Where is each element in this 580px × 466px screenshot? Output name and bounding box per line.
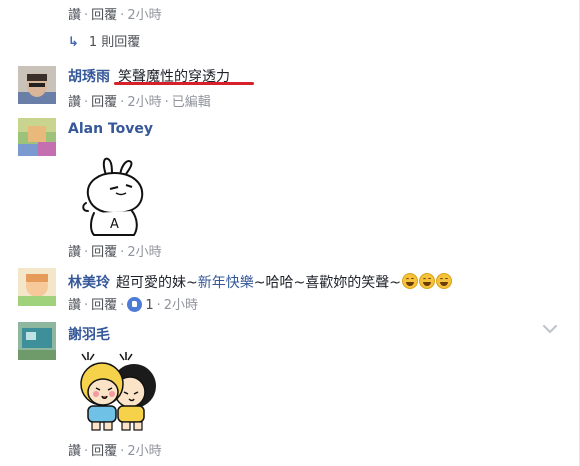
separator-dot: · (120, 298, 125, 313)
avatar[interactable] (18, 322, 56, 360)
like-link[interactable]: 讚 (68, 444, 81, 459)
reply-link[interactable]: 回覆 (91, 298, 117, 313)
annotation-underline (114, 82, 254, 85)
separator-dot: · (84, 245, 89, 260)
two-kids-sticker-icon[interactable] (76, 352, 162, 432)
grinning-face-icon (435, 273, 452, 289)
separator-dot: · (120, 444, 125, 459)
avatar-photo-icon (18, 268, 56, 306)
comment-time[interactable]: 2小時 (127, 8, 161, 23)
avatar[interactable] (18, 118, 56, 156)
like-count[interactable]: 1 (127, 297, 154, 313)
comment-text-tail: ~哈哈~喜歡妳的笑聲~ (253, 275, 401, 291)
comment-time[interactable]: 2小時 (127, 245, 161, 260)
chevron-down-icon[interactable] (543, 324, 557, 334)
comment-thread: 讚 · 回覆 · 2小時 ↳ 1 則回覆 胡琇雨 笑聲魔性的穿透力 讚 · 回覆 · 2小時 · 已編… (0, 0, 580, 466)
reply-link[interactable]: 回覆 (91, 444, 117, 459)
comment-line: 林美玲 超可愛的妹~新年快樂~哈哈~喜歡妳的笑聲~ (68, 272, 452, 292)
comment-time[interactable]: 2小時 (127, 95, 161, 110)
commenter-name[interactable]: 謝羽毛 (68, 324, 110, 344)
comment-actions: 讚 · 回覆 · 2小時 (68, 440, 162, 459)
commenter-name[interactable]: 胡琇雨 (68, 66, 110, 86)
comment-actions: 讚 · 回覆 · 2小時 (68, 241, 162, 260)
commenter-name[interactable]: 林美玲 (68, 275, 110, 291)
edited-label[interactable]: 已編輯 (172, 95, 211, 110)
reply-arrow-icon: ↳ (68, 35, 79, 50)
reply-link[interactable]: 回覆 (91, 245, 117, 260)
like-link[interactable]: 讚 (68, 298, 81, 313)
separator-dot: · (120, 8, 125, 23)
reply-link[interactable]: 回覆 (91, 95, 117, 110)
like-link[interactable]: 讚 (68, 95, 81, 110)
separator-dot: · (84, 95, 89, 110)
comment-actions: 讚 · 回覆 · 2小時 · 已編輯 (68, 91, 211, 110)
comment-actions-top: 讚 · 回覆 · 2小時 (68, 4, 162, 23)
separator-dot: · (120, 95, 125, 110)
commenter-name[interactable]: Alan Tovey (68, 121, 153, 137)
like-link[interactable]: 讚 (68, 245, 81, 260)
avatar-photo-icon (18, 118, 56, 156)
replies-count-label: 1 則回覆 (88, 35, 141, 50)
rabbit-sticker-icon[interactable]: A (76, 155, 152, 237)
avatar[interactable] (18, 268, 56, 306)
view-replies-link[interactable]: ↳ 1 則回覆 (68, 31, 140, 50)
like-badge-icon (127, 297, 143, 312)
separator-dot: · (156, 298, 161, 313)
two-kids-sticker-drawing (80, 352, 156, 431)
reply-link[interactable]: 回覆 (91, 8, 117, 23)
comment-actions: 讚 · 回覆 · 1 · 2小時 (68, 294, 198, 313)
comment-time[interactable]: 2小時 (127, 444, 161, 459)
comment-time[interactable]: 2小時 (164, 298, 198, 313)
grinning-face-icon (418, 273, 435, 289)
separator-dot: · (84, 444, 89, 459)
separator-dot: · (84, 8, 89, 23)
separator-dot: · (164, 95, 169, 110)
avatar-photo-icon (18, 322, 56, 360)
avatar-photo-icon (18, 66, 56, 104)
separator-dot: · (84, 298, 89, 313)
grinning-face-icon (401, 273, 418, 289)
avatar[interactable] (18, 66, 56, 104)
like-count-number: 1 (145, 298, 154, 313)
separator-dot: · (120, 245, 125, 260)
comment-text: 超可愛的妹~ (116, 275, 198, 291)
sticker-caption: A (110, 217, 119, 232)
like-link[interactable]: 讚 (68, 8, 81, 23)
hashtag-link[interactable]: 新年快樂 (198, 275, 254, 291)
